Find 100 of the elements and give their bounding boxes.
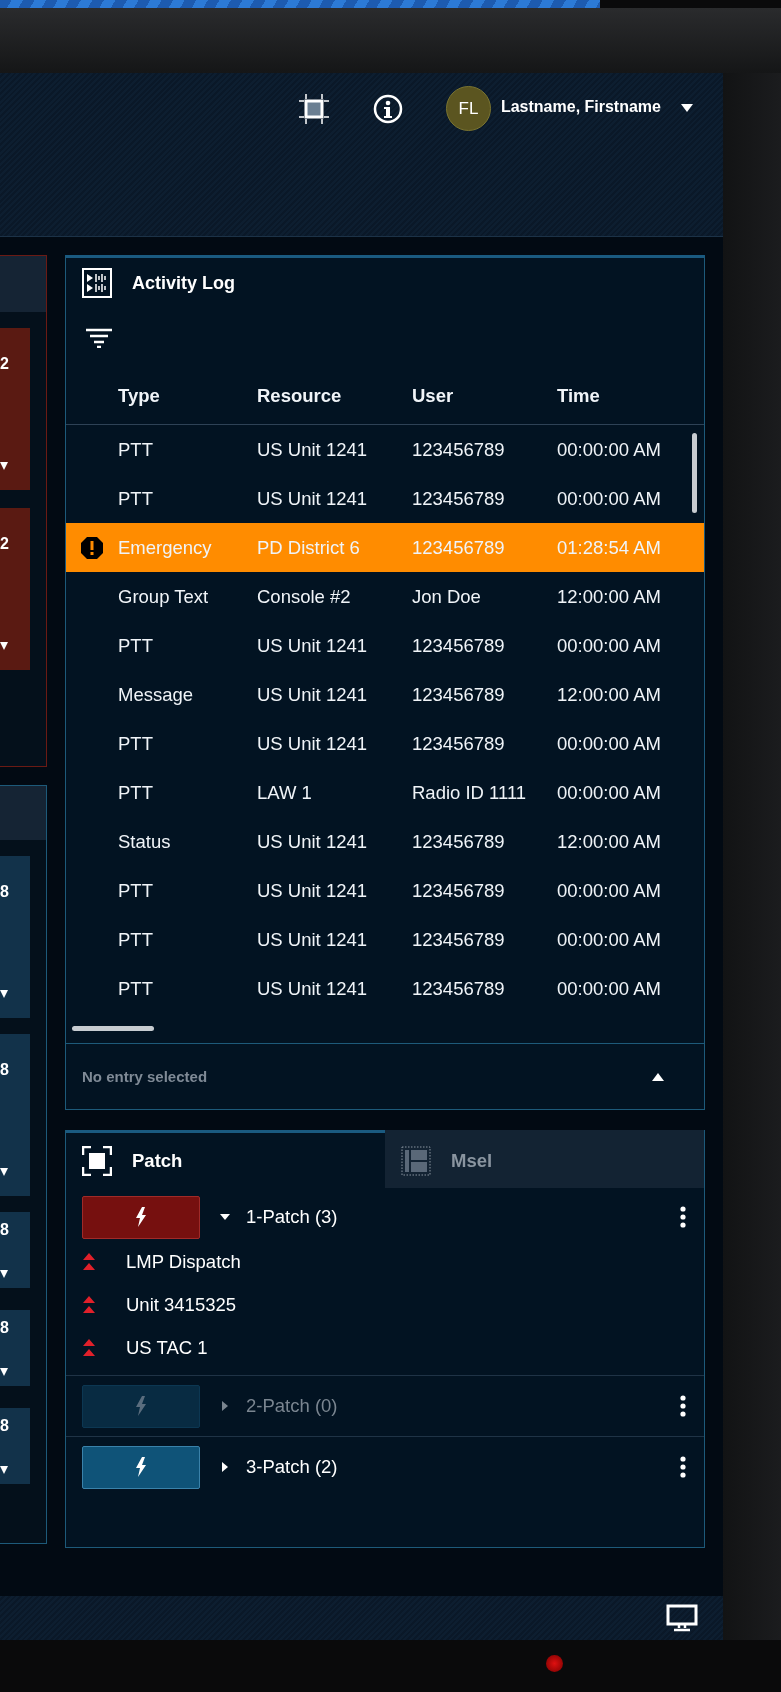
table-cell-text: 00:00:00 AM xyxy=(557,634,662,657)
log-row[interactable]: Group Text Console #2 Jon Doe 12:00:00 AM xyxy=(66,572,704,621)
table-cell-text: 12:00:00 AM xyxy=(557,585,662,608)
scrollbar-thumb[interactable] xyxy=(692,433,697,513)
channel-card[interactable]: 8 xyxy=(0,1310,30,1386)
warning-icon xyxy=(80,535,104,560)
dropdown-caret-icon[interactable] xyxy=(681,104,693,112)
caret-icon[interactable] xyxy=(0,462,8,470)
table-cell-text: US Unit 1241 xyxy=(257,928,369,951)
channel-count: 8 xyxy=(0,1062,10,1078)
table-cell-text: PD District 6 xyxy=(257,536,361,559)
log-row[interactable]: PTT US Unit 1241 123456789 00:00:00 AM xyxy=(66,915,704,964)
table-cell-text: Message xyxy=(118,683,195,706)
screen-capture-icon[interactable] xyxy=(297,93,330,125)
activity-log-icon xyxy=(82,268,112,298)
channel-card[interactable]: 8 xyxy=(0,1034,30,1196)
channel-card[interactable]: 8 xyxy=(0,1212,30,1288)
table-cell-text: PTT xyxy=(118,928,154,951)
table-cell-text: 00:00:00 AM xyxy=(557,977,662,1000)
log-row[interactable]: PTT US Unit 1241 123456789 00:00:00 AM xyxy=(66,719,704,768)
table-cell-text: PTT xyxy=(118,487,154,510)
table-cell-text: 00:00:00 AM xyxy=(557,732,662,755)
table-cell-text: US Unit 1241 xyxy=(257,732,369,755)
channel-count: 2 xyxy=(0,536,10,552)
channel-card[interactable]: 8 xyxy=(0,1408,30,1484)
caret-icon[interactable] xyxy=(0,642,8,650)
power-led xyxy=(546,1655,563,1672)
column-header[interactable]: Resource xyxy=(257,385,412,407)
table-cell-text: 00:00:00 AM xyxy=(557,487,662,510)
user-name[interactable]: Lastname, Firstname xyxy=(500,98,661,116)
info-icon[interactable] xyxy=(371,93,404,125)
column-header[interactable]: User xyxy=(412,385,557,407)
caret-icon[interactable] xyxy=(0,990,8,998)
table-cell-text: PTT xyxy=(118,634,154,657)
table-cell-text: 123456789 xyxy=(412,977,506,1000)
caret-icon[interactable] xyxy=(220,1212,230,1222)
channel-card[interactable]: 2 xyxy=(0,328,30,490)
log-row[interactable]: PTT US Unit 1241 123456789 00:00:00 AM xyxy=(66,474,704,523)
patch-name[interactable]: 2-Patch (0) xyxy=(246,1395,680,1417)
caret-icon[interactable] xyxy=(0,1368,8,1376)
channel-count: 8 xyxy=(0,1222,10,1238)
user-avatar[interactable]: FL xyxy=(445,86,491,131)
patch-name[interactable]: 1-Patch (3) xyxy=(246,1206,680,1228)
lightning-icon xyxy=(135,1457,147,1477)
table-cell-text: 00:00:00 AM xyxy=(557,928,662,951)
log-row[interactable]: PTT US Unit 1241 123456789 00:00:00 AM xyxy=(66,866,704,915)
table-cell-text: 123456789 xyxy=(412,830,506,853)
patch-button[interactable] xyxy=(82,1195,200,1239)
caret-icon[interactable] xyxy=(220,1462,230,1472)
panel-header xyxy=(0,786,46,840)
table-cell-text: US Unit 1241 xyxy=(257,830,369,853)
table-cell-text: 123456789 xyxy=(412,536,506,559)
table-cell-text: 123456789 xyxy=(412,683,506,706)
table-cell-text: PTT xyxy=(118,438,154,461)
more-options-icon[interactable] xyxy=(680,1456,686,1478)
log-row[interactable]: PTT LAW 1 Radio ID 1111 00:00:00 AM xyxy=(66,768,704,817)
filter-icon[interactable] xyxy=(86,328,112,348)
column-header[interactable]: Type xyxy=(118,385,257,407)
list-icon xyxy=(401,1145,431,1176)
table-cell-text: Radio ID 1111 xyxy=(412,781,528,804)
table-cell-text: US Unit 1241 xyxy=(257,438,369,461)
table-cell-text: PTT xyxy=(118,977,154,1000)
lightning-icon xyxy=(135,1207,147,1227)
monitor-icon[interactable] xyxy=(666,1604,698,1632)
more-options-icon[interactable] xyxy=(680,1395,686,1417)
panel-header xyxy=(0,256,46,312)
channel-count: 8 xyxy=(0,1320,10,1336)
double-up-arrow-icon xyxy=(83,1295,95,1314)
patch-button[interactable] xyxy=(82,1445,200,1489)
caret-icon[interactable] xyxy=(0,1168,8,1176)
patch-member: LMP Dispatch xyxy=(126,1250,241,1273)
table-cell-text: Console #2 xyxy=(257,585,352,608)
log-row[interactable]: PTT US Unit 1241 123456789 00:00:00 AM xyxy=(66,621,704,670)
table-cell-text: 123456789 xyxy=(412,879,506,902)
table-cell-text: 01:28:54 AM xyxy=(557,536,662,559)
log-row[interactable]: Status US Unit 1241 123456789 12:00:00 AM xyxy=(66,817,704,866)
scrollbar-thumb[interactable] xyxy=(72,1025,154,1031)
caret-icon[interactable] xyxy=(0,1466,8,1474)
table-cell-text: PTT xyxy=(118,781,154,804)
table-cell-text: 12:00:00 AM xyxy=(557,683,662,706)
table-cell-text: PTT xyxy=(118,732,154,755)
double-up-arrow-icon xyxy=(83,1338,95,1357)
column-header[interactable]: Time xyxy=(557,385,704,407)
log-row[interactable]: PTT US Unit 1241 123456789 00:00:00 AM xyxy=(66,964,704,1013)
table-cell-text: LAW 1 xyxy=(257,781,313,804)
more-options-icon[interactable] xyxy=(680,1206,686,1228)
log-row[interactable]: Message US Unit 1241 123456789 12:00:00 AM xyxy=(66,670,704,719)
caret-icon[interactable] xyxy=(0,1270,8,1278)
patch-icon xyxy=(82,1145,112,1176)
table-cell-text: US Unit 1241 xyxy=(257,634,369,657)
caret-up-icon[interactable] xyxy=(652,1072,664,1081)
patch-name[interactable]: 3-Patch (2) xyxy=(246,1456,680,1478)
table-cell-text: US Unit 1241 xyxy=(257,683,369,706)
log-row[interactable]: PTT US Unit 1241 123456789 00:00:00 AM xyxy=(66,425,704,474)
status-text: No entry selected xyxy=(82,1068,208,1085)
table-cell-text: 00:00:00 AM xyxy=(557,879,662,902)
channel-card[interactable]: 8 xyxy=(0,856,30,1018)
table-cell-text: US Unit 1241 xyxy=(257,487,369,510)
channel-card[interactable]: 2 xyxy=(0,508,30,670)
tab[interactable]: Msel xyxy=(385,1130,704,1188)
